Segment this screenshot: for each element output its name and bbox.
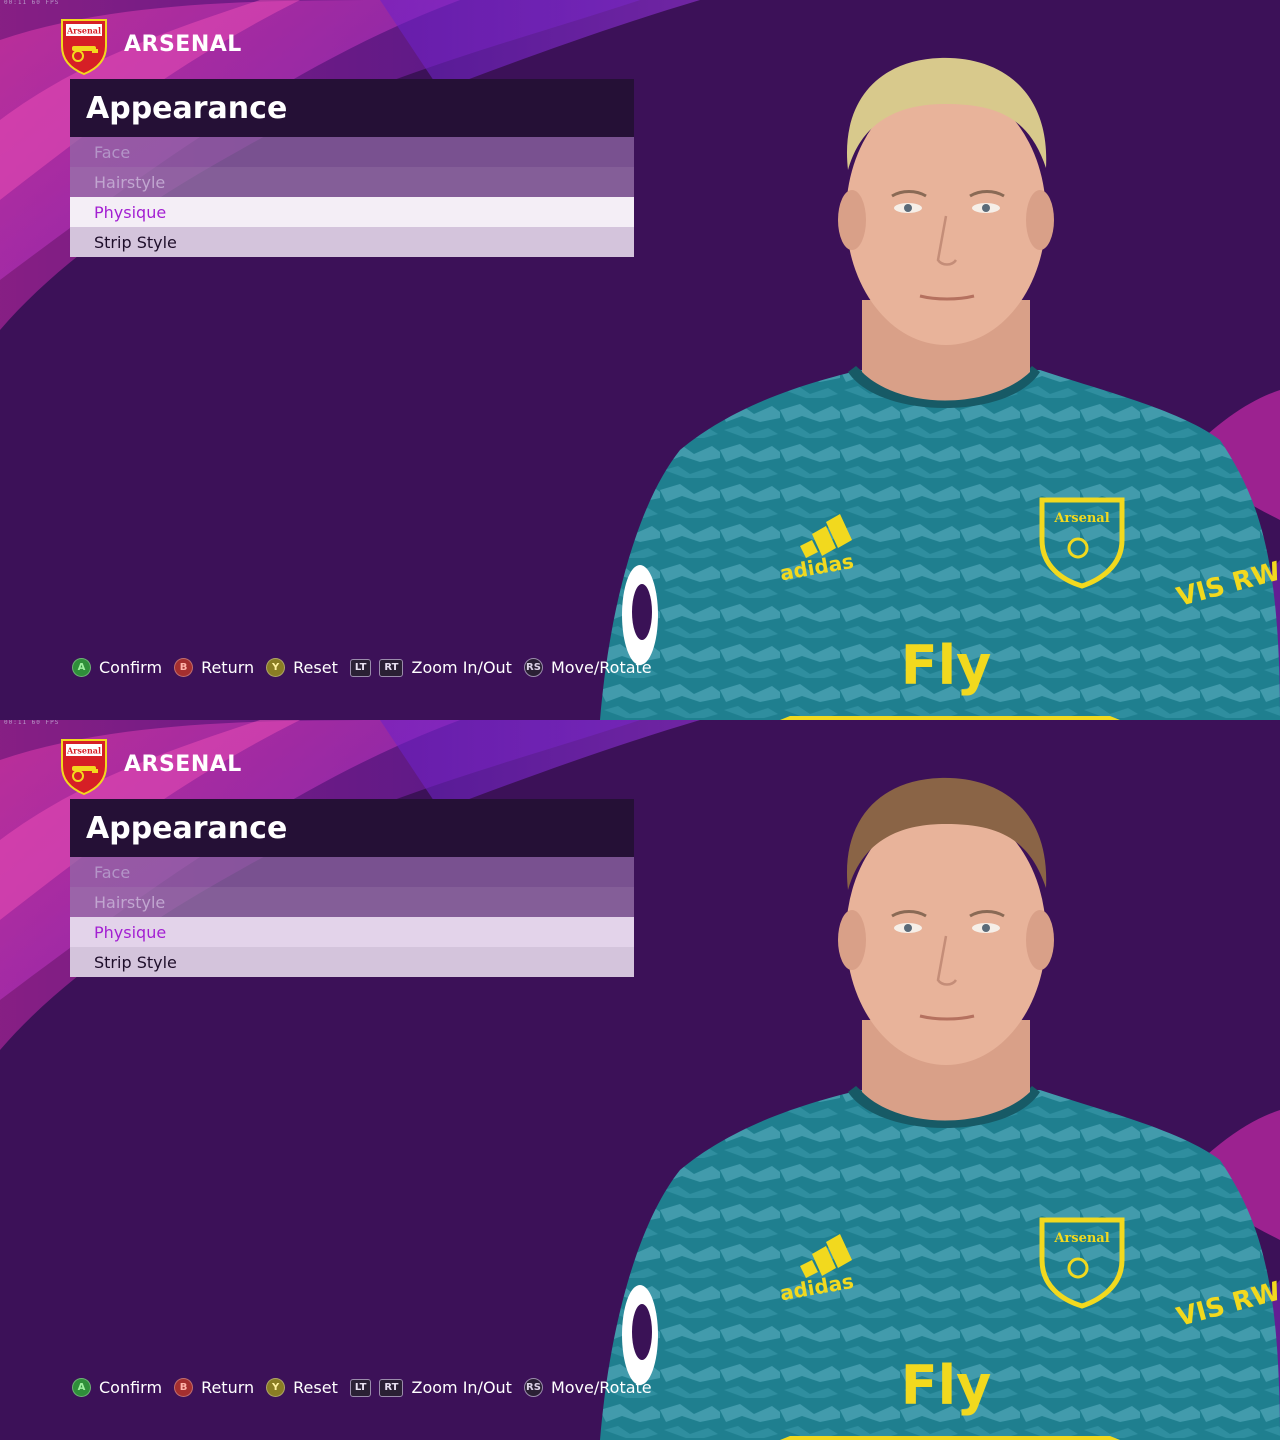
hint-zoom[interactable]: LT RT Zoom In/Out [349, 1378, 512, 1397]
hint-move-rotate[interactable]: RS Move/Rotate [523, 658, 652, 677]
button-hint-bar: A Confirm B Return Y Reset LT RT Zoom In… [72, 1378, 664, 1397]
menu-title: Appearance [86, 810, 288, 846]
menu-title: Appearance [86, 90, 288, 126]
screenshot-root: 00:11 60 FPS Arsenal ARSENAL Appearance … [0, 0, 1280, 1440]
svg-text:Arsenal: Arsenal [1053, 1231, 1109, 1246]
rt-button-icon: RT [379, 658, 404, 677]
player-model[interactable]: Arsenal adidas Fly VIS RWA [600, 0, 1280, 720]
svg-text:Arsenal: Arsenal [66, 746, 101, 756]
svg-text:Arsenal: Arsenal [66, 26, 101, 36]
hint-confirm[interactable]: A Confirm [72, 658, 162, 677]
hint-label: Confirm [99, 1378, 163, 1397]
menu-item-face[interactable]: Face [70, 857, 634, 887]
svg-text:Arsenal: Arsenal [1053, 511, 1109, 526]
y-button-icon: Y [266, 658, 286, 677]
menu-header: Appearance [70, 799, 634, 857]
rt-button-icon: RT [379, 1378, 404, 1397]
menu-item-physique[interactable]: Physique [70, 917, 634, 947]
lt-button-icon: LT [349, 1378, 372, 1397]
button-hint-bar: A Confirm B Return Y Reset LT RT Zoom In… [72, 658, 664, 677]
hint-confirm[interactable]: A Confirm [72, 1378, 162, 1397]
rs-button-icon: RS [523, 1378, 543, 1397]
hint-return[interactable]: B Return [174, 1378, 254, 1397]
a-button-icon: A [72, 1378, 91, 1397]
hint-label: Confirm [99, 658, 163, 677]
fps-overlay: 00:11 60 FPS [4, 720, 60, 726]
hint-move-rotate[interactable]: RS Move/Rotate [523, 1378, 652, 1397]
appearance-menu: Appearance Face Hairstyle Physique Strip… [70, 799, 634, 977]
menu-item-face[interactable]: Face [70, 137, 634, 167]
arsenal-crest-icon: Arsenal [61, 19, 107, 76]
y-button-icon: Y [266, 1378, 286, 1397]
screen-panel-blonde: 00:11 60 FPS Arsenal ARSENAL Appearance … [0, 0, 1280, 720]
hint-label: Return [201, 658, 255, 677]
a-button-icon: A [72, 658, 91, 677]
hint-reset[interactable]: Y Reset [266, 1378, 338, 1397]
player-model[interactable]: Arsenal adidas Fly VIS RWA [600, 720, 1280, 1440]
club-name: ARSENAL [124, 752, 242, 777]
arsenal-crest-icon: Arsenal [61, 739, 107, 796]
hint-label: Move/Rotate [550, 658, 652, 677]
menu-item-strip-style[interactable]: Strip Style [70, 947, 634, 977]
menu-header: Appearance [70, 79, 634, 137]
rs-button-icon: RS [523, 658, 543, 677]
hint-label: Zoom In/Out [411, 658, 512, 677]
hint-zoom[interactable]: LT RT Zoom In/Out [349, 658, 512, 677]
hint-reset[interactable]: Y Reset [266, 658, 338, 677]
menu-item-strip-style[interactable]: Strip Style [70, 227, 634, 257]
hint-label: Return [201, 1378, 255, 1397]
b-button-icon: B [174, 658, 194, 677]
fps-overlay: 00:11 60 FPS [4, 0, 60, 6]
menu-item-hairstyle[interactable]: Hairstyle [70, 887, 634, 917]
club-name: ARSENAL [124, 32, 242, 57]
sponsor-text: Fly [901, 634, 992, 697]
screen-panel-brown: 00:11 60 FPS Arsenal ARSENAL Appearance … [0, 720, 1280, 1440]
hint-label: Zoom In/Out [411, 1378, 512, 1397]
appearance-menu: Appearance Face Hairstyle Physique Strip… [70, 79, 634, 257]
b-button-icon: B [174, 1378, 194, 1397]
menu-item-hairstyle[interactable]: Hairstyle [70, 167, 634, 197]
hint-label: Reset [293, 658, 338, 677]
hint-label: Reset [293, 1378, 338, 1397]
hint-return[interactable]: B Return [174, 658, 254, 677]
sponsor-text: Fly [901, 1354, 992, 1417]
hint-label: Move/Rotate [550, 1378, 652, 1397]
menu-item-physique[interactable]: Physique [70, 197, 634, 227]
lt-button-icon: LT [349, 658, 372, 677]
